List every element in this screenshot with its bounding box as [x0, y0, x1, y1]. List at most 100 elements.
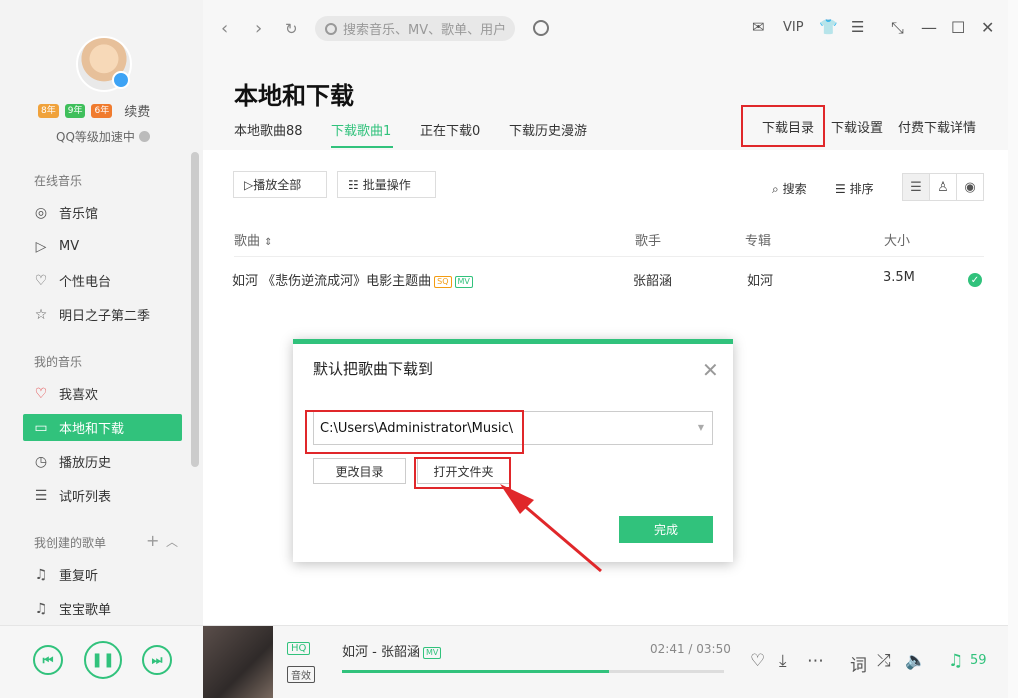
qq-speed-status[interactable]: QQ等级加速中	[56, 128, 150, 145]
search-icon	[325, 22, 337, 35]
close-icon[interactable]: ✕	[702, 358, 719, 382]
vip-year-badge[interactable]: 8年	[38, 103, 59, 118]
now-playing-title[interactable]: 如河 - 张韶涵 MV	[342, 641, 442, 660]
close-icon[interactable]: ✕	[981, 18, 994, 37]
sidebar-item-favorites[interactable]: ♡ 我喜欢	[23, 380, 182, 407]
song-album[interactable]: 如河	[747, 270, 773, 289]
column-song[interactable]: 歌曲 ⇕	[234, 230, 273, 249]
mini-mode-icon[interactable]: ⤡	[891, 18, 904, 38]
listen-recognize-icon[interactable]	[533, 20, 549, 36]
renew-link[interactable]: 续费	[124, 101, 150, 120]
list-icon: ☰	[34, 487, 48, 504]
tab-downloaded-songs[interactable]: 下载歌曲1	[331, 120, 391, 139]
singer-view-icon[interactable]: ♙	[930, 174, 957, 200]
column-song-label: 歌曲	[234, 234, 261, 249]
orange-year-badge[interactable]: 6年	[91, 103, 113, 118]
menu-icon[interactable]: ☰	[851, 18, 864, 36]
refresh-icon[interactable]: ↻	[285, 20, 298, 38]
chevron-down-icon[interactable]: ▼	[698, 423, 704, 432]
sidebar-scrollbar[interactable]	[191, 152, 199, 467]
sort-icon: ☰	[835, 182, 846, 196]
playlist-icon[interactable]: ♫	[948, 651, 963, 671]
section-online-music: 在线音乐	[34, 174, 83, 188]
sidebar-item-music-hall[interactable]: ◎ 音乐馆	[23, 199, 182, 226]
paid-download-details-link[interactable]: 付费下载详情	[898, 117, 976, 136]
sidebar-item-label: 宝宝歌单	[59, 603, 112, 618]
maximize-icon[interactable]: ☐	[951, 18, 965, 37]
sidebar-item-label: 播放历史	[59, 456, 112, 471]
tab-download-history[interactable]: 下载历史漫游	[509, 120, 587, 139]
tab-downloading[interactable]: 正在下载0	[420, 120, 480, 139]
column-singer: 歌手	[635, 234, 662, 249]
quality-badge[interactable]: HQ	[287, 642, 311, 655]
previous-track-icon[interactable]: ⏮	[33, 645, 63, 675]
play-all-button[interactable]: ▷播放全部	[233, 171, 327, 198]
skin-shirt-icon[interactable]: 👕	[819, 18, 838, 36]
search-placeholder: 搜索音乐、MV、歌单、用户	[343, 23, 507, 38]
note-icon: ♫	[34, 600, 48, 617]
song-title-text: 如河 《悲伤逆流成河》电影主题曲	[232, 274, 432, 289]
change-directory-button[interactable]: 更改目录	[313, 458, 406, 484]
volume-icon[interactable]: 🔈	[905, 651, 926, 671]
sidebar: 8年 9年 6年 续费 QQ等级加速中 在线音乐 ◎ 音乐馆 ▷ MV ♡ 个性电台 …	[0, 0, 203, 625]
download-location-dialog: 默认把歌曲下载到 ✕ C:\Users\Administrator\Music\…	[293, 339, 733, 562]
download-icon[interactable]: ⤓	[779, 651, 787, 671]
more-icon[interactable]: ⋯	[807, 651, 824, 671]
list-view-icon[interactable]: ☰	[903, 174, 930, 200]
mv-badge[interactable]: MV	[422, 646, 442, 659]
sort-button[interactable]: ☰ 排序	[835, 180, 874, 197]
pause-icon[interactable]: ❚❚	[84, 641, 122, 679]
sidebar-item-history[interactable]: ◷ 播放历史	[23, 448, 182, 475]
sidebar-item-preview-list[interactable]: ☰ 试听列表	[23, 482, 182, 509]
song-title[interactable]: 如河 《悲伤逆流成河》电影主题曲 SQ MV	[232, 270, 473, 289]
radio-heart-icon: ♡	[34, 272, 48, 289]
album-cover[interactable]	[203, 626, 273, 698]
sidebar-item-local-download[interactable]: ▭ 本地和下载	[23, 414, 182, 441]
download-settings-link[interactable]: 下载设置	[831, 117, 883, 136]
mv-badge[interactable]: MV	[454, 275, 473, 288]
section-created-playlists: 我创建的歌单	[34, 536, 107, 550]
like-heart-icon[interactable]: ♡	[750, 651, 765, 671]
sidebar-item-radio[interactable]: ♡ 个性电台	[23, 267, 182, 294]
star-icon: ☆	[34, 306, 48, 323]
forward-icon[interactable]: ›	[255, 18, 262, 39]
tab-local-songs[interactable]: 本地歌曲88	[234, 120, 303, 139]
minimize-icon[interactable]: —	[921, 18, 937, 37]
column-album: 专辑	[745, 234, 772, 249]
sidebar-item-mv[interactable]: ▷ MV	[23, 233, 182, 260]
search-songs-label: 搜索	[782, 182, 807, 196]
shuffle-icon[interactable]: ⤮	[877, 651, 891, 671]
album-view-icon[interactable]: ◉	[957, 174, 983, 200]
sidebar-item-label: 重复听	[59, 569, 99, 584]
green-year-badge[interactable]: 9年	[64, 103, 86, 118]
back-icon[interactable]: ‹	[221, 18, 228, 39]
sidebar-item-label: 音乐馆	[59, 207, 99, 222]
song-size: 3.5M	[883, 270, 915, 285]
sidebar-item-playlist-repeat[interactable]: ♫ 重复听	[23, 561, 182, 588]
mail-icon[interactable]: ✉	[752, 18, 765, 36]
sidebar-item-label: 本地和下载	[59, 422, 125, 437]
progress-bar[interactable]	[342, 670, 724, 673]
playlist-count[interactable]: 59	[970, 653, 987, 668]
vip-button[interactable]: VIP	[783, 20, 804, 35]
add-playlist-icon[interactable]: +	[146, 531, 159, 550]
search-songs-button[interactable]: ⌕ 搜索	[772, 180, 807, 197]
search-icon: ⌕	[772, 182, 779, 196]
sidebar-item-label: 试听列表	[59, 490, 112, 505]
sidebar-item-label: 个性电台	[59, 275, 112, 290]
note-icon: ♫	[34, 566, 48, 583]
downloaded-check-icon: ✓	[968, 273, 982, 287]
song-singer[interactable]: 张韶涵	[633, 270, 672, 289]
sidebar-item-tomorrow-season2[interactable]: ☆ 明日之子第二季	[23, 301, 182, 328]
sound-effect-button[interactable]: 音效	[287, 666, 315, 683]
vip-row: 8年 9年 6年 续费	[38, 101, 150, 120]
search-input[interactable]: 搜索音乐、MV、歌单、用户	[315, 16, 515, 41]
done-button[interactable]: 完成	[619, 516, 713, 543]
page-title: 本地和下载	[234, 82, 354, 110]
sidebar-item-playlist-baby[interactable]: ♫ 宝宝歌单	[23, 595, 182, 622]
lyrics-icon[interactable]: 词	[850, 651, 867, 676]
chevron-up-icon[interactable]: ︿	[166, 533, 178, 550]
batch-operation-button[interactable]: ☷ 批量操作	[337, 171, 436, 198]
next-track-icon[interactable]: ⏭	[142, 645, 172, 675]
progress-fill	[342, 670, 610, 673]
